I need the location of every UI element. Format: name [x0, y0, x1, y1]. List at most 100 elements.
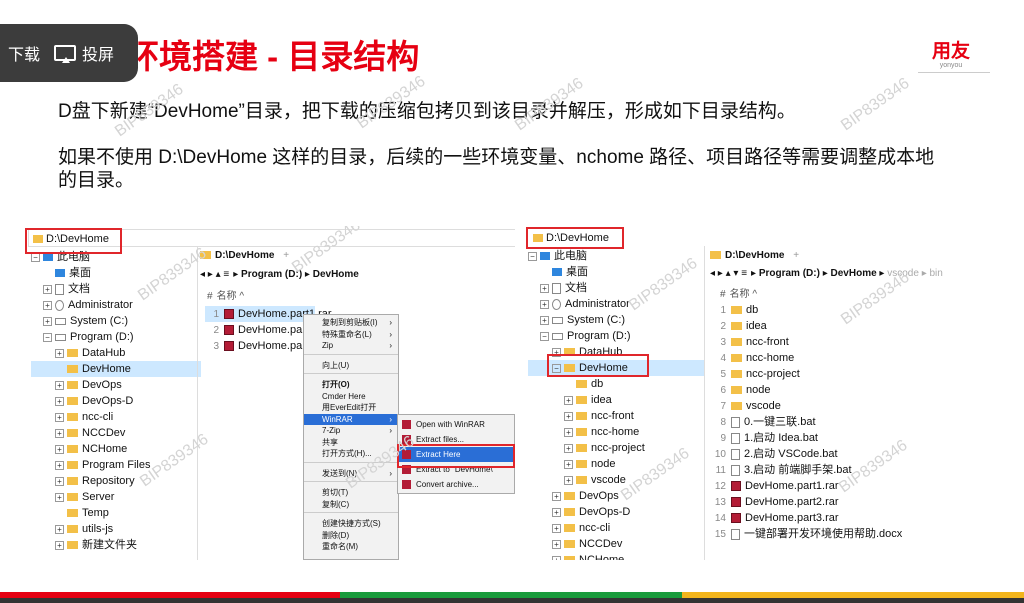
expand-toggle-icon[interactable]: +	[55, 412, 64, 422]
tree-item[interactable]: − Program (D:)	[31, 329, 201, 345]
right-column-header[interactable]: # 名称 ^	[720, 285, 757, 300]
context-menu-item[interactable]: 特殊重命名(L) ›	[304, 329, 398, 341]
context-menu-item[interactable]: 共享	[304, 437, 398, 449]
expand-toggle-icon[interactable]	[43, 269, 52, 278]
nav-arrows-icon[interactable]: ◂ ▸ ▴ ▾ ≡	[710, 268, 747, 279]
tree-item[interactable]: db	[528, 376, 704, 392]
tree-item[interactable]: + idea	[528, 392, 704, 408]
expand-toggle-icon[interactable]: +	[55, 444, 64, 454]
expand-toggle-icon[interactable]: +	[55, 476, 64, 486]
tree-item[interactable]: + DevOps	[31, 377, 201, 393]
left-breadcrumb[interactable]: ◂ ▸ ▴ ≡ ▸ Program (D:) ▸ DevHome	[200, 267, 359, 283]
submenu-item[interactable]: Convert archive...	[398, 477, 514, 492]
file-row[interactable]: 2 DevHome.part2.rar	[205, 322, 331, 338]
expand-toggle-icon[interactable]: +	[43, 300, 52, 310]
tree-item[interactable]: + DataHub	[31, 345, 201, 361]
expand-toggle-icon[interactable]: +	[55, 524, 64, 534]
tree-item[interactable]: + Administrator	[528, 296, 704, 312]
expand-toggle-icon[interactable]: +	[43, 284, 52, 294]
file-row[interactable]: 3 DevHome.part3.rar	[205, 338, 331, 354]
expand-toggle-icon[interactable]: +	[540, 283, 549, 293]
cast-icon[interactable]	[54, 45, 77, 63]
nav-arrows-icon[interactable]: ◂ ▸ ▴ ≡	[200, 269, 229, 280]
new-tab-button[interactable]: +	[283, 250, 289, 261]
tree-item[interactable]: − 此电脑	[528, 248, 704, 264]
context-menu-item[interactable]: 复制(C)	[304, 499, 398, 511]
expand-toggle-icon[interactable]: +	[564, 411, 573, 421]
file-row[interactable]: 15 一键部署开发环境使用帮助.docx	[712, 526, 1002, 542]
tree-item[interactable]: + NCCDev	[31, 425, 201, 441]
expand-toggle-icon[interactable]	[564, 380, 573, 389]
left-tab[interactable]: D:\DevHome +	[200, 250, 289, 261]
tree-item[interactable]: + ncc-cli	[528, 520, 704, 536]
expand-toggle-icon[interactable]: +	[55, 380, 64, 390]
context-menu-item[interactable]: 重命名(M)	[304, 541, 398, 553]
expand-toggle-icon[interactable]: +	[564, 475, 573, 485]
expand-toggle-icon[interactable]: +	[564, 395, 573, 405]
tree-item[interactable]: + NCCDev	[528, 536, 704, 552]
expand-toggle-icon[interactable]: −	[43, 332, 52, 342]
tree-item[interactable]: Temp	[31, 505, 201, 521]
tree-item[interactable]: + NCHome	[528, 552, 704, 560]
submenu-item[interactable]: Open with WinRAR	[398, 417, 514, 432]
expand-toggle-icon[interactable]: +	[552, 507, 561, 517]
tree-item[interactable]: + System (C:)	[528, 312, 704, 328]
expand-toggle-icon[interactable]: +	[552, 491, 561, 501]
expand-toggle-icon[interactable]: +	[552, 555, 561, 560]
expand-toggle-icon[interactable]: +	[55, 428, 64, 438]
context-menu-item[interactable]: 用EverEdit打开	[304, 402, 398, 414]
tree-item[interactable]: + ncc-front	[528, 408, 704, 424]
file-row[interactable]: 1 DevHome.part1.rar	[205, 306, 332, 322]
context-menu-item[interactable]: 创建快捷方式(S)	[304, 518, 398, 530]
tree-item[interactable]: + DevOps	[528, 488, 704, 504]
file-row[interactable]: 14 DevHome.part3.rar	[712, 510, 1002, 526]
tree-item[interactable]: + 新建文件夹	[31, 537, 201, 553]
tree-item[interactable]: + Repository	[31, 473, 201, 489]
tree-item[interactable]: + vscode	[528, 472, 704, 488]
file-row[interactable]: 9 1.启动 Idea.bat	[712, 430, 1002, 446]
cast-button[interactable]: 投屏	[82, 41, 114, 65]
left-column-header[interactable]: # 名称 ^	[207, 287, 244, 302]
tree-item[interactable]: + DevOps-D	[31, 393, 201, 409]
file-row[interactable]: 6 node	[712, 382, 1002, 398]
context-menu-item[interactable]: WinRAR ›	[304, 413, 398, 425]
expand-toggle-icon[interactable]: +	[55, 396, 64, 406]
expand-toggle-icon[interactable]: +	[564, 443, 573, 453]
screen-cast-overlay[interactable]: 下载 投屏	[0, 24, 138, 82]
expand-toggle-icon[interactable]: +	[55, 348, 64, 358]
expand-toggle-icon[interactable]: −	[528, 251, 537, 261]
expand-toggle-icon[interactable]	[540, 268, 549, 277]
file-row[interactable]: 8 0.一键三联.bat	[712, 414, 1002, 430]
expand-toggle-icon[interactable]	[55, 509, 64, 518]
new-tab-button[interactable]: +	[793, 250, 799, 261]
context-menu-item[interactable]: Zip ›	[304, 340, 398, 352]
expand-toggle-icon[interactable]: +	[564, 427, 573, 437]
tree-item[interactable]: + utils-js	[31, 521, 201, 537]
file-row[interactable]: 10 2.启动 VSCode.bat	[712, 446, 1002, 462]
file-row[interactable]: 13 DevHome.part2.rar	[712, 494, 1002, 510]
context-menu-item[interactable]: 7-Zip ›	[304, 425, 398, 437]
file-row[interactable]: 3 ncc-front	[712, 334, 1002, 350]
tree-item[interactable]: − Program (D:)	[528, 328, 704, 344]
file-row[interactable]: 7 vscode	[712, 398, 1002, 414]
tree-item[interactable]: + ncc-home	[528, 424, 704, 440]
expand-toggle-icon[interactable]: +	[552, 523, 561, 533]
expand-toggle-icon[interactable]: −	[540, 331, 549, 341]
file-row[interactable]: 4 ncc-home	[712, 350, 1002, 366]
tree-item[interactable]: + Server	[31, 489, 201, 505]
file-row[interactable]: 5 ncc-project	[712, 366, 1002, 382]
context-menu-item[interactable]: 向上(U)	[304, 360, 398, 372]
expand-toggle-icon[interactable]: +	[540, 315, 549, 325]
tree-item[interactable]: + ncc-cli	[31, 409, 201, 425]
expand-toggle-icon[interactable]: +	[55, 460, 64, 470]
context-menu-item[interactable]: 删除(D)	[304, 530, 398, 542]
expand-toggle-icon[interactable]: +	[55, 492, 64, 502]
expand-toggle-icon[interactable]	[55, 365, 64, 374]
expand-toggle-icon[interactable]: +	[55, 540, 64, 550]
expand-toggle-icon[interactable]: +	[540, 299, 549, 309]
tree-item[interactable]: + System (C:)	[31, 313, 201, 329]
download-button[interactable]: 下载	[8, 41, 40, 65]
expand-toggle-icon[interactable]: +	[43, 316, 52, 326]
context-menu-item[interactable]: 复制到剪贴板(I) ›	[304, 317, 398, 329]
context-menu-item[interactable]: 打开(O)	[304, 379, 398, 391]
